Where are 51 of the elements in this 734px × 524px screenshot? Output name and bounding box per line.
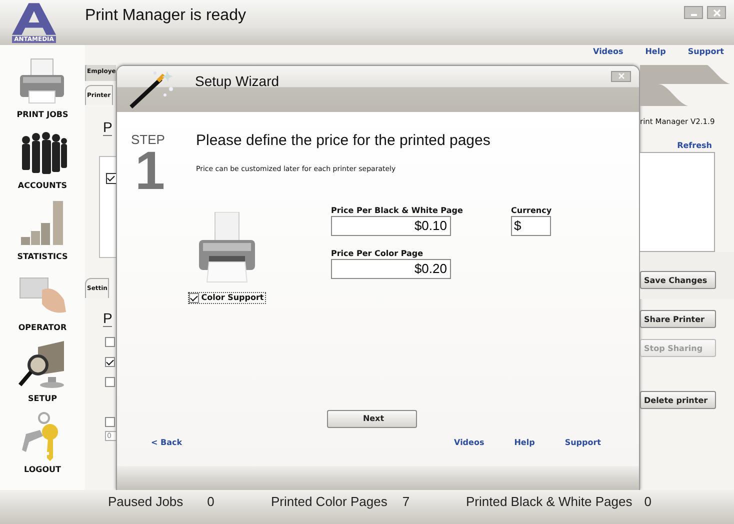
status-label: Printed Black & White Pages [466,494,632,509]
currency-field[interactable]: $ [511,216,551,236]
section-heading: P [103,310,112,327]
next-button[interactable]: Next [327,410,417,428]
section-heading: P [103,119,112,136]
step-label: STEP [131,132,166,147]
refresh-link[interactable]: Refresh [677,141,712,150]
checkbox[interactable] [105,337,115,347]
minimize-button[interactable] [684,6,703,19]
close-button[interactable] [707,6,726,19]
sidebar-item[interactable]: SETUP [28,394,58,403]
dialog-title: Setup Wizard [195,73,280,89]
footer-link[interactable]: Help [514,438,535,447]
header-link[interactable]: Support [688,47,724,56]
field-label: Price Per Color Page [331,248,424,258]
price-field[interactable]: $0.20 [331,258,451,279]
logo-icon [12,2,56,36]
delete-printer-button[interactable]: Delete printer [640,391,716,409]
printer-icon [197,212,257,284]
header-link[interactable]: Help [645,47,666,56]
footer-link[interactable]: Videos [454,438,484,447]
window-title: Print Manager is ready [85,6,246,24]
checkbox[interactable] [105,417,115,427]
sidebar-item[interactable]: STATISTICS [17,252,68,261]
status-label: Paused Jobs [108,494,184,509]
close-icon [712,8,722,18]
status-value: 7 [402,494,410,509]
step-number: 1 [135,147,166,196]
footer-link[interactable]: Support [564,438,601,447]
save-changes-button[interactable]: Save Changes [640,271,716,289]
sidebar-item[interactable]: ACCOUNTS [18,181,68,190]
wizard-heading: Please define the price for the printed pages [196,132,490,149]
minimize-icon [690,14,696,16]
close-button[interactable] [611,70,631,82]
sidebar-item[interactable]: OPERATOR [18,323,67,332]
checkbox[interactable] [106,173,116,184]
sidebar-item[interactable]: LOGOUT [24,465,61,474]
color-support-checkbox[interactable]: Color Support [188,292,266,304]
field-label: Currency [511,206,552,215]
back-link[interactable]: < Back [151,438,182,447]
sidebar-item[interactable]: PRINT JOBS [16,110,68,119]
status-value: 0 [644,494,652,509]
price-field[interactable]: $0.10 [331,216,451,236]
close-icon [616,72,626,80]
checkbox[interactable] [105,357,115,367]
share-button[interactable]: Share Printer [640,310,716,328]
checkbox[interactable] [105,377,115,387]
header-link[interactable]: Videos [593,47,624,56]
field-label: Price Per Black & White Page [331,206,464,215]
status-value: 0 [207,494,214,509]
status-label: Printed Color Pages [271,494,388,509]
